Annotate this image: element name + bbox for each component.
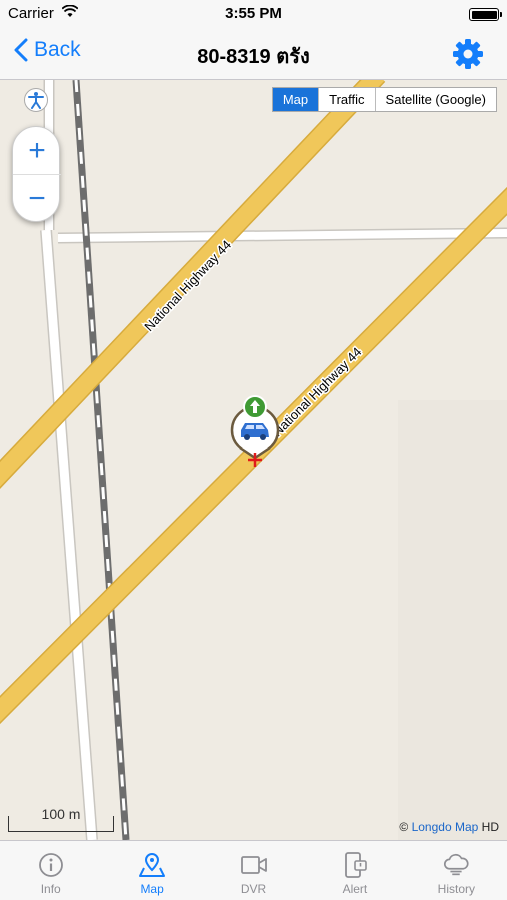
road-label: National Highway 44 — [270, 344, 365, 439]
tab-dvr[interactable]: DVR — [203, 841, 304, 900]
map-type-selector: Map Traffic Satellite (Google) — [271, 87, 497, 112]
back-button[interactable]: Back — [14, 38, 81, 62]
map-pin-icon — [139, 852, 166, 877]
map-type-map[interactable]: Map — [272, 88, 319, 111]
minor-road — [40, 229, 98, 840]
map-canvas: National Highway 44 National Highway 44 — [0, 80, 507, 840]
map-attribution: © Longdo Map HD — [399, 820, 499, 834]
clock: 3:55 PM — [225, 5, 282, 22]
tab-info[interactable]: Info — [0, 841, 101, 900]
arrow-up-icon — [243, 395, 267, 419]
tab-map[interactable]: Map — [101, 841, 202, 900]
scale-bar — [8, 816, 114, 832]
back-label: Back — [34, 38, 81, 61]
copyright-symbol: © — [399, 820, 409, 834]
status-bar: Carrier 3:55 PM — [0, 0, 507, 28]
tab-label: Map — [140, 882, 164, 896]
zoom-out-button[interactable]: − — [13, 175, 61, 223]
tab-label: Alert — [342, 882, 368, 896]
navigation-bar: Back 80-8319 ตรัง — [0, 28, 507, 80]
map-type-satellite[interactable]: Satellite (Google) — [374, 88, 496, 111]
minor-road — [57, 227, 507, 244]
tab-label: History — [437, 882, 475, 896]
road-label: National Highway 44 — [141, 237, 234, 334]
map-type-traffic[interactable]: Traffic — [318, 88, 374, 111]
video-camera-icon — [240, 856, 267, 874]
app-screen: Carrier 3:55 PM Back 80-8319 ตรัง Nation… — [0, 0, 507, 900]
cloud-history-icon — [444, 853, 469, 876]
zoom-in-button[interactable]: + — [13, 127, 61, 175]
info-icon — [38, 853, 63, 877]
attribution-suffix: HD — [481, 820, 499, 834]
tab-label: DVR — [240, 882, 267, 896]
accessibility-button[interactable] — [24, 88, 48, 112]
alert-phone-icon — [345, 852, 367, 878]
longdo-map-link[interactable]: Longdo Map — [412, 820, 479, 834]
chevron-left-icon — [14, 38, 28, 62]
tab-alert[interactable]: Alert — [304, 841, 405, 900]
accessibility-icon — [28, 92, 44, 109]
map-view[interactable]: National Highway 44 National Highway 44 — [0, 80, 507, 840]
battery-icon — [469, 8, 502, 21]
tab-label: Info — [40, 882, 61, 896]
zoom-control: + − — [12, 126, 61, 223]
tab-bar: Info Map DVR Alert History — [0, 840, 507, 900]
tab-history[interactable]: History — [406, 841, 507, 900]
gear-icon[interactable] — [451, 37, 485, 71]
map-area-block — [398, 400, 507, 840]
